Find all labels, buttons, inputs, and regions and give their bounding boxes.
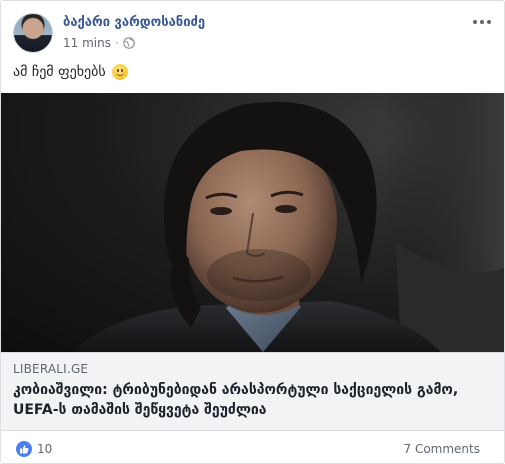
link-domain: LIBERALI.GE bbox=[13, 362, 89, 376]
post-card: ბაქარი ვარდოსანიძე 11 mins · ამ ჩემ ფეხე… bbox=[0, 0, 505, 464]
link-preview-image[interactable] bbox=[1, 93, 504, 352]
post-meta: 11 mins · bbox=[63, 36, 135, 50]
globe-icon[interactable] bbox=[122, 37, 135, 49]
post-text: ამ ჩემ ფეხებს bbox=[13, 64, 128, 80]
meta-separator: · bbox=[114, 36, 119, 50]
link-preview-footer[interactable]: LIBERALI.GE კობიაშვილი: ტრიბუნებიდან არა… bbox=[1, 352, 504, 431]
more-options-icon[interactable] bbox=[472, 15, 492, 29]
post-timestamp[interactable]: 11 mins bbox=[63, 36, 111, 50]
like-reaction-icon[interactable] bbox=[16, 441, 32, 457]
post-header: ბაქარი ვარდოსანიძე 11 mins · bbox=[13, 13, 492, 57]
comments-count[interactable]: 7 Comments bbox=[404, 442, 481, 456]
author-name[interactable]: ბაქარი ვარდოსანიძე bbox=[63, 15, 205, 30]
author-avatar[interactable] bbox=[13, 13, 53, 53]
link-headline[interactable]: კობიაშვილი: ტრიბუნებიდან არასპორტული საქ… bbox=[13, 380, 492, 420]
post-message: ამ ჩემ ფეხებს bbox=[13, 64, 106, 80]
like-count[interactable]: 10 bbox=[37, 442, 52, 456]
smiley-emoji-icon bbox=[111, 64, 128, 80]
engagement-bar: 10 7 Comments bbox=[13, 439, 492, 459]
